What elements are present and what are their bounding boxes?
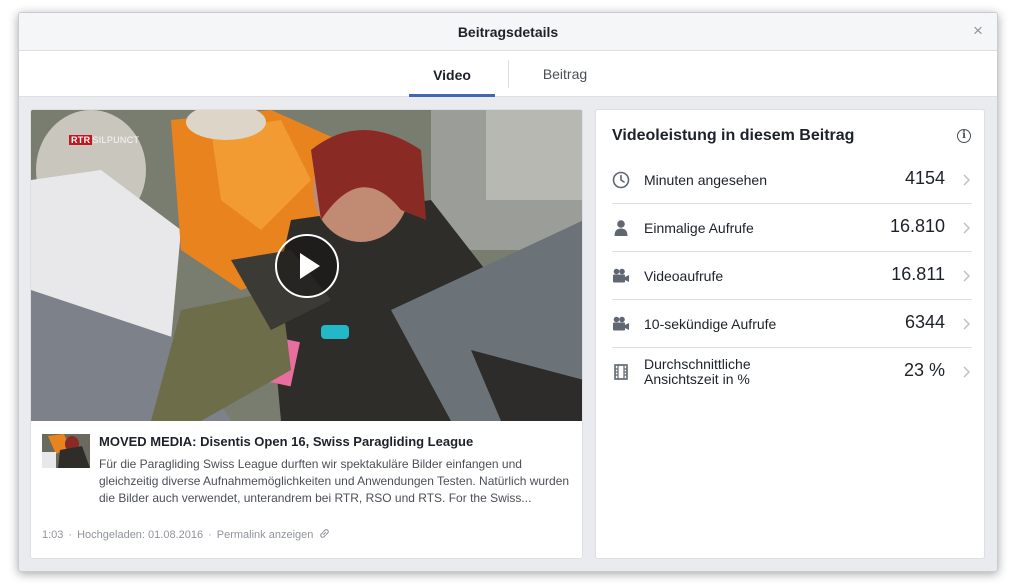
metric-label: Durchschnittliche Ansichtszeit in % [644,356,751,387]
play-button[interactable] [275,234,339,298]
post-meta: 1:03 · Hochgeladen: 01.08.2016 · Permalink a… [42,528,562,541]
tab-divider [508,60,509,88]
metric-value: 16.811 [891,264,945,284]
thumbnail-image [42,434,90,468]
chevron-right-icon [963,174,971,186]
metric-row-video-views[interactable]: Videoaufrufe 16.811 [612,252,972,300]
metric-label: Einmalige Aufrufe [644,220,754,236]
chevron-right-icon [963,366,971,378]
channel-logo: RTR SILPUNCT [69,133,139,147]
link-icon [320,529,330,538]
info-icon[interactable]: i [957,129,971,143]
permalink-link[interactable]: Permalink anzeigen [217,529,314,541]
tab-video[interactable]: Video [409,51,495,97]
metric-value: 23 % [903,360,945,380]
metric-row-unique-views[interactable]: Einmalige Aufrufe 16.810 [612,204,972,252]
video-duration: 1:03 [42,529,64,541]
chevron-right-icon [963,222,971,234]
person-icon [614,220,628,236]
tab-bar: Video Beitrag [19,51,997,97]
tab-beitrag[interactable]: Beitrag [519,51,611,97]
post-thumbnail[interactable] [42,434,90,468]
metric-label: Videoaufrufe [644,268,724,284]
video-performance-card: Videoleistung in diesem Beitrag i Minute… [595,109,985,559]
performance-title: Videoleistung in diesem Beitrag [612,127,855,144]
upload-date: Hochgeladen: 01.08.2016 [77,529,204,541]
video-card: RTR SILPUNCT MOVED MEDIA: Disentis Open 1… [30,109,583,559]
video-camera-icon [613,316,629,331]
film-icon [614,364,628,380]
channel-logo-prefix: RTR [69,135,93,145]
metric-row-minutes-viewed[interactable]: Minuten angesehen 4154 [612,156,972,204]
channel-logo-suffix: SILPUNCT [92,135,140,145]
video-camera-icon [613,268,629,283]
close-button[interactable]: × [969,22,987,40]
chevron-right-icon [963,270,971,282]
metric-value: 6344 [904,312,945,332]
clock-icon [612,171,630,189]
post-title[interactable]: MOVED MEDIA: Disentis Open 16, Swiss Par… [99,434,574,449]
chevron-right-icon [963,318,971,330]
video-player[interactable]: RTR SILPUNCT [31,110,582,421]
play-icon [300,253,320,279]
metric-row-avg-watch-percent[interactable]: Durchschnittliche Ansichtszeit in % 23 % [612,348,972,396]
dialog-header: Beitragsdetails × [19,13,997,51]
metric-label: 10-sekündige Aufrufe [644,316,777,332]
post-details-dialog: Beitragsdetails × Video Beitrag RTR SILP… [18,12,998,572]
metric-value: 4154 [904,168,945,188]
metric-row-10-second-views[interactable]: 10-sekündige Aufrufe 6344 [612,300,972,348]
post-description: Für die Paragliding Swiss League durften… [99,457,570,505]
dialog-title: Beitragsdetails [457,24,559,40]
metric-label: Minuten angesehen [644,172,767,188]
metric-value: 16.810 [889,216,945,236]
